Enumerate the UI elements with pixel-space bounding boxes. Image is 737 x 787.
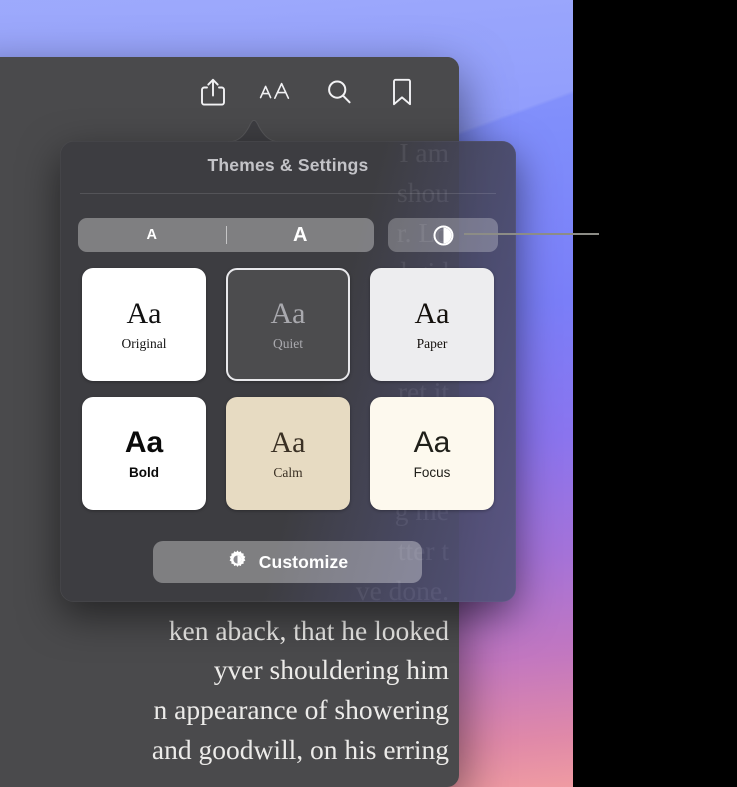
theme-card-label: Original: [121, 335, 167, 351]
gear-icon: [227, 549, 248, 575]
text-size-icon[interactable]: [259, 75, 293, 109]
reader-line: n appearance of showering: [153, 694, 450, 726]
popover-divider: [80, 193, 496, 194]
reader-line: ken aback, that he looked: [168, 614, 449, 646]
theme-card-paper[interactable]: Aa Paper: [370, 268, 494, 381]
theme-card-label: Bold: [129, 464, 159, 480]
appearance-toggle-button[interactable]: [388, 218, 498, 252]
theme-preview-glyph: Aa: [126, 296, 162, 330]
theme-card-calm[interactable]: Aa Calm: [226, 397, 350, 510]
theme-preview-glyph: Aa: [414, 296, 450, 330]
theme-card-label: Calm: [273, 464, 303, 480]
reader-line: yver shouldering him: [213, 654, 449, 686]
theme-card-label: Quiet: [273, 335, 303, 351]
share-icon[interactable]: [196, 75, 230, 109]
popover-title: Themes & Settings: [207, 155, 369, 175]
theme-preview-glyph: Aa: [413, 425, 451, 459]
font-size-increase-label: A: [293, 223, 308, 246]
font-size-increase-button[interactable]: A: [227, 218, 375, 252]
theme-preview-glyph: Aa: [270, 425, 306, 459]
screenshot-root: I am shou r. Lo d gid not e ated. ret it…: [0, 0, 737, 787]
search-icon[interactable]: [322, 75, 356, 109]
half-filled-circle-icon: [433, 225, 454, 246]
theme-card-quiet[interactable]: Aa Quiet: [226, 268, 350, 381]
font-size-stepper[interactable]: A A: [78, 218, 374, 252]
theme-card-focus[interactable]: Aa Focus: [370, 397, 494, 510]
reader-toolbar: [0, 57, 459, 127]
theme-card-label: Paper: [416, 335, 448, 351]
theme-card-bold[interactable]: Aa Bold: [82, 397, 206, 510]
customize-button[interactable]: Customize: [153, 541, 422, 583]
callout-leader-line: [464, 233, 599, 235]
theme-grid: Aa Original Aa Quiet Aa Paper Aa Bold Aa…: [82, 268, 494, 510]
controls-row: A A: [78, 218, 498, 252]
customize-label: Customize: [258, 551, 349, 572]
font-size-decrease-button[interactable]: A: [78, 218, 226, 252]
theme-preview-glyph: Aa: [270, 296, 306, 330]
theme-preview-glyph: Aa: [124, 425, 164, 459]
font-size-decrease-label: A: [146, 227, 157, 243]
themes-and-settings-popover: Themes & Settings A A Aa Original Aa Qui…: [60, 141, 516, 602]
reader-line: and goodwill, on his erring: [151, 733, 449, 765]
bookmark-icon[interactable]: [385, 75, 419, 109]
theme-card-label: Focus: [413, 464, 451, 480]
theme-card-original[interactable]: Aa Original: [82, 268, 206, 381]
